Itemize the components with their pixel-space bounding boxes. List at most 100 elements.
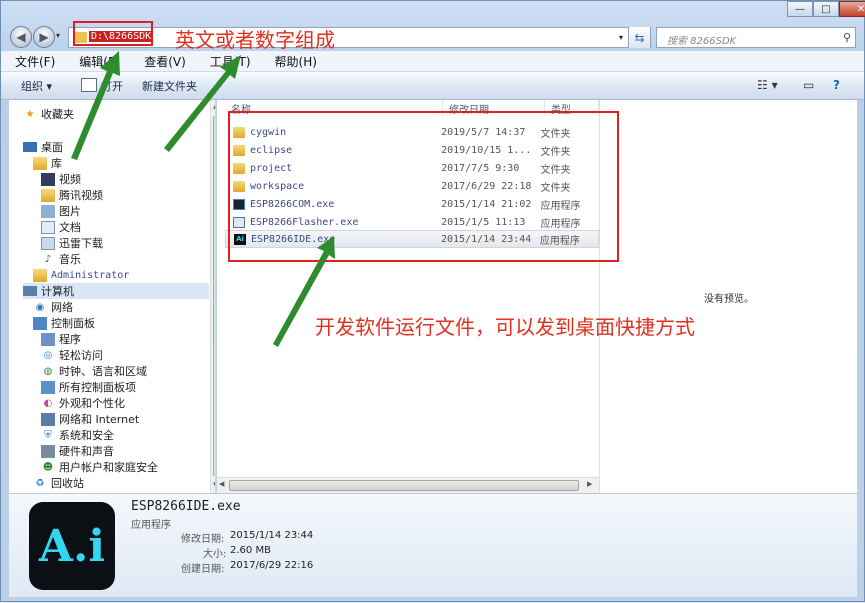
nav-label: 库	[51, 157, 62, 170]
app-large-icon: A.i	[29, 502, 115, 590]
address-bar[interactable]: D:\8266SDK ▾ ⇆	[68, 27, 651, 48]
menu-view[interactable]: 查看(V)	[144, 53, 186, 70]
nav-label: 桌面	[41, 141, 63, 154]
nav-music[interactable]: ♪ 音乐	[41, 251, 81, 267]
chevron-down-icon: ▾	[618, 33, 623, 42]
nav-label: 腾讯视频	[59, 189, 103, 202]
nav-documents[interactable]: 文档	[41, 219, 81, 235]
recent-pages-dropdown[interactable]: ▾	[56, 31, 60, 40]
nav-administrator[interactable]: Administrator	[33, 267, 129, 283]
scroll-left-icon[interactable]: ◀	[219, 480, 224, 488]
address-highlight-box	[73, 21, 153, 46]
address-annotation: 英文或者数字组成	[175, 28, 335, 52]
nav-label: 图片	[59, 205, 81, 218]
search-icon[interactable]: ⚲	[843, 31, 851, 44]
scroll-up-icon[interactable]: ▲	[213, 102, 215, 110]
navigation-pane: ★ 收藏夹 桌面 库 视频 腾讯视频 图片 文档 迅雷下载 ♪ 音乐 Adminis…	[9, 100, 216, 493]
maximize-button[interactable]: □	[813, 1, 839, 17]
details-filetype: 应用程序	[131, 520, 171, 531]
forward-arrow-icon: ▶	[39, 30, 49, 44]
file-list-hscrollbar[interactable]: ◀ ▶	[217, 477, 599, 493]
organize-button[interactable]: 组织 ▾	[21, 78, 52, 94]
nav-network-internet[interactable]: 网络和 Internet	[41, 411, 139, 427]
nav-scrollbar[interactable]: ▲ ▼	[210, 100, 215, 493]
nav-network[interactable]: ◉ 网络	[33, 299, 73, 315]
new-folder-button[interactable]: 新建文件夹	[142, 78, 197, 94]
nav-label: 硬件和声音	[59, 445, 114, 458]
back-button[interactable]: ◀	[10, 26, 32, 48]
nav-videos[interactable]: 视频	[41, 171, 81, 187]
address-dropdown-button[interactable]: ▾	[614, 30, 628, 45]
nav-user-accounts[interactable]: ☻ 用户帐户和家庭安全	[41, 459, 158, 475]
app-icon-logo-text: A.i	[38, 520, 106, 572]
explorer-window: — □ ✕ ◀ ▶ ▾ D:\8266SDK ▾ ⇆ 搜索 8266SDK ⚲ …	[0, 0, 865, 602]
library-icon	[33, 156, 47, 170]
nav-all-control-panel[interactable]: 所有控制面板项	[41, 379, 136, 395]
preview-pane-icon[interactable]: ▭	[803, 78, 814, 92]
minimize-button[interactable]: —	[787, 1, 813, 17]
nav-computer[interactable]: 计算机	[23, 283, 209, 299]
nav-hardware-sound[interactable]: 硬件和声音	[41, 443, 114, 459]
nav-appearance[interactable]: ◐ 外观和个性化	[41, 395, 125, 411]
nav-label: 收藏夹	[41, 108, 74, 121]
details-modified-label: 修改日期:	[181, 534, 225, 545]
details-created-label: 创建日期:	[181, 564, 225, 575]
nav-label: 视频	[59, 173, 81, 186]
shield-icon: ⛨	[44, 429, 52, 441]
appearance-icon: ◐	[43, 397, 53, 409]
forward-button[interactable]: ▶	[33, 26, 55, 48]
users-icon: ☻	[42, 461, 54, 473]
nav-control-panel[interactable]: 控制面板	[33, 315, 95, 331]
details-size: 2.60 MB	[230, 545, 271, 556]
document-icon	[41, 220, 55, 234]
network-internet-icon	[41, 412, 55, 426]
nav-favorites[interactable]: ★ 收藏夹	[23, 106, 74, 122]
scroll-down-icon[interactable]: ▼	[213, 481, 215, 489]
refresh-icon: ⇆	[634, 30, 645, 45]
nav-system-security[interactable]: ⛨ 系统和安全	[41, 427, 114, 443]
nav-libraries[interactable]: 库	[33, 155, 62, 171]
nav-ease-of-access[interactable]: ◎ 轻松访问	[41, 347, 103, 363]
menu-edit[interactable]: 编辑(E)	[79, 53, 120, 70]
download-icon	[41, 236, 55, 250]
control-items-icon	[41, 380, 55, 394]
details-size-label: 大小:	[203, 549, 227, 560]
close-button[interactable]: ✕	[839, 1, 865, 17]
open-button[interactable]: 打开	[101, 78, 123, 94]
folder-icon	[41, 188, 55, 202]
nav-label: 外观和个性化	[59, 397, 125, 410]
nav-label: 计算机	[41, 285, 74, 298]
menu-file[interactable]: 文件(F)	[15, 53, 55, 70]
music-icon: ♪	[44, 253, 52, 265]
nav-programs[interactable]: 程序	[41, 331, 81, 347]
nav-label: 网络	[51, 301, 73, 314]
programs-icon	[41, 332, 55, 346]
menu-help[interactable]: 帮助(H)	[275, 53, 317, 70]
video-icon	[41, 172, 55, 186]
search-input[interactable]: 搜索 8266SDK	[667, 32, 736, 47]
nav-scroll-thumb[interactable]	[213, 116, 215, 476]
menu-tools[interactable]: 工具(T)	[210, 53, 251, 70]
nav-pictures[interactable]: 图片	[41, 203, 81, 219]
network-icon: ◉	[35, 301, 45, 313]
details-filename: ESP8266IDE.exe	[131, 499, 241, 514]
user-folder-icon	[33, 268, 47, 282]
star-icon: ★	[25, 108, 35, 120]
nav-label: 文档	[59, 221, 81, 234]
hscroll-thumb[interactable]	[229, 480, 579, 491]
nav-xunlei[interactable]: 迅雷下载	[41, 235, 103, 251]
search-box[interactable]: 搜索 8266SDK ⚲	[656, 27, 856, 48]
nav-label: Administrator	[51, 269, 130, 281]
scroll-right-icon[interactable]: ▶	[587, 480, 592, 488]
help-icon[interactable]: ?	[833, 78, 840, 92]
picture-icon	[41, 204, 55, 218]
nav-clock-language[interactable]: ◍ 时钟、语言和区域	[41, 363, 147, 379]
nav-recycle-bin[interactable]: ♻ 回收站	[33, 475, 84, 491]
nav-label: 程序	[59, 333, 81, 346]
refresh-button[interactable]: ⇆	[628, 27, 650, 48]
nav-tencent-video[interactable]: 腾讯视频	[41, 187, 103, 203]
details-created: 2017/6/29 22:16	[230, 560, 314, 571]
nav-desktop[interactable]: 桌面	[23, 139, 63, 155]
nav-label: 时钟、语言和区域	[59, 365, 147, 378]
view-options-icon[interactable]: ☷ ▾	[757, 78, 778, 92]
